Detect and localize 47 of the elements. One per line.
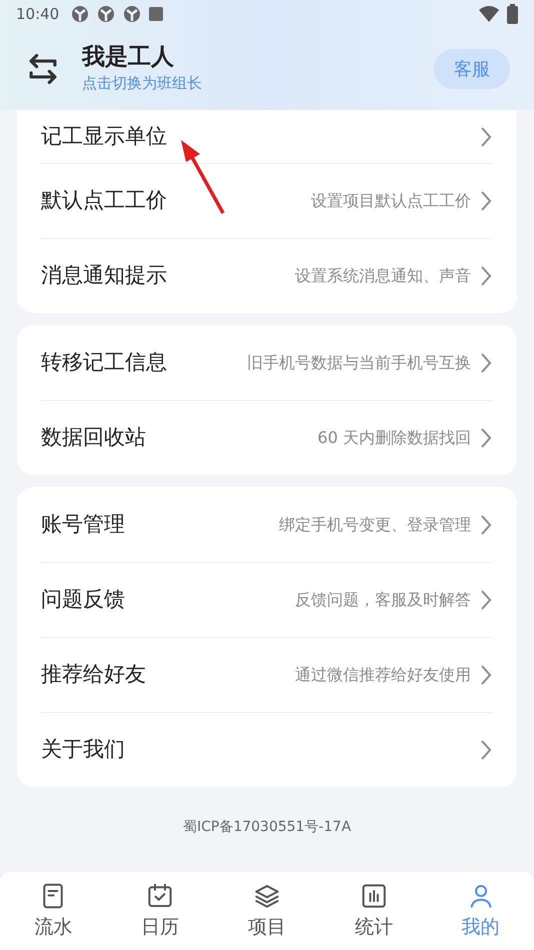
- wifi-icon: [479, 6, 499, 22]
- chevron-right-icon: [479, 512, 493, 536]
- settings-label: 账号管理: [41, 510, 125, 538]
- settings-label: 推荐给好友: [41, 661, 146, 688]
- settings-label: 关于我们: [41, 736, 125, 764]
- battery-icon: [507, 4, 518, 24]
- chevron-right-icon: [479, 124, 493, 148]
- chevron-right-icon: [479, 426, 493, 450]
- settings-label: 默认点工工价: [41, 187, 167, 214]
- settings-hint: 绑定手机号变更、登录管理: [279, 514, 471, 536]
- notification-icon: [97, 5, 116, 23]
- settings-hint: 通过微信推荐给好友使用: [295, 664, 471, 686]
- settings-row[interactable]: 默认点工工价 设置项目默认点工工价: [41, 163, 493, 238]
- chevron-right-icon: [479, 189, 493, 213]
- settings-hint: 60 天内删除数据找回: [318, 427, 471, 449]
- settings-row[interactable]: 账号管理 绑定手机号变更、登录管理: [41, 487, 493, 562]
- settings-label: 消息通知提示: [41, 262, 167, 290]
- chevron-right-icon: [479, 738, 493, 762]
- chevron-right-icon: [479, 350, 493, 374]
- settings-row[interactable]: 数据回收站 60 天内删除数据找回: [41, 400, 493, 475]
- settings-label: 问题反馈: [41, 586, 125, 614]
- status-time: 10:40: [16, 4, 60, 25]
- nav-tab[interactable]: 统计: [320, 872, 428, 950]
- settings-row[interactable]: 问题反馈 反馈问题，客服及时解答: [41, 562, 493, 637]
- settings-hint: 设置项目默认点工工价: [311, 190, 471, 212]
- settings-row[interactable]: 记工显示单位: [41, 110, 493, 163]
- nav-tab[interactable]: 流水: [0, 872, 107, 950]
- chevron-right-icon: [479, 264, 493, 288]
- role-title: 我是工人: [82, 43, 175, 72]
- settings-hint: 反馈问题，客服及时解答: [295, 589, 471, 611]
- settings-label: 数据回收站: [41, 424, 146, 452]
- settings-hint: 旧手机号数据与当前手机号互换: [247, 352, 471, 374]
- nav-tab[interactable]: 项目: [214, 872, 320, 950]
- icp-text: 蜀ICP备17030551号-17A: [182, 818, 352, 837]
- settings-label: 记工显示单位: [41, 122, 167, 150]
- notification-icon: [71, 5, 90, 23]
- settings-hint: 设置系统消息通知、声音: [295, 265, 471, 287]
- nav-tab[interactable]: 日历: [106, 872, 214, 950]
- settings-row[interactable]: 消息通知提示 设置系统消息通知、声音: [41, 238, 493, 313]
- settings-label: 转移记工信息: [41, 348, 167, 376]
- notification-icon: [123, 5, 142, 23]
- settings-row[interactable]: 转移记工信息 旧手机号数据与当前手机号互换: [41, 325, 493, 400]
- settings-row[interactable]: 关于我们: [41, 712, 493, 787]
- settings-row[interactable]: 推荐给好友 通过微信推荐给好友使用: [41, 637, 493, 712]
- app-notification-icon: [149, 7, 164, 21]
- chevron-right-icon: [479, 663, 493, 687]
- chevron-right-icon: [479, 588, 493, 612]
